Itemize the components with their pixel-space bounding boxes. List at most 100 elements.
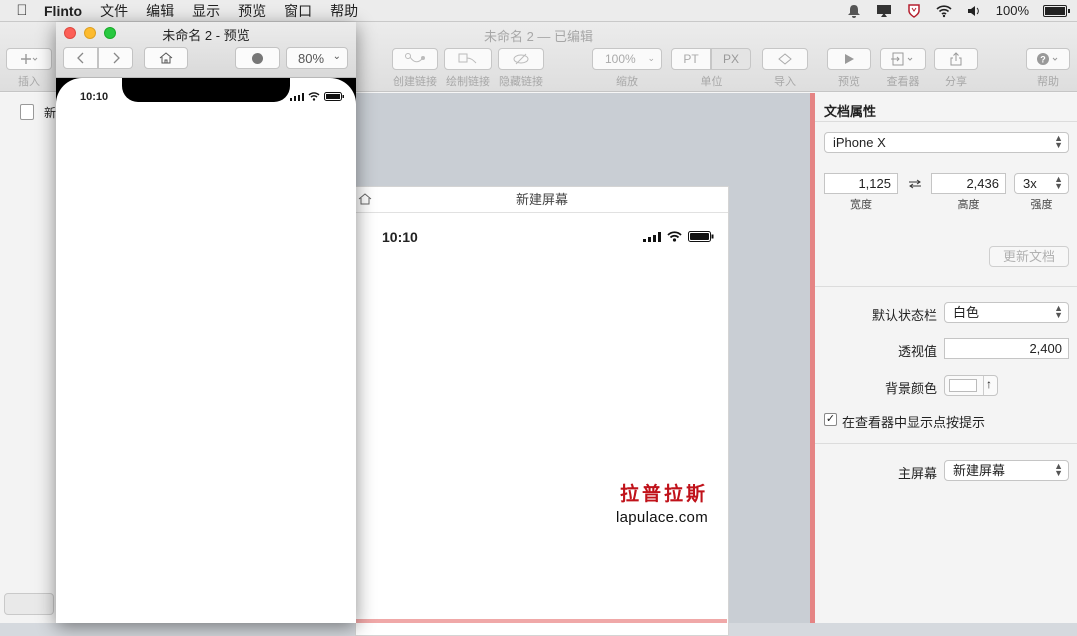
scale-label: 强度 [1030, 199, 1053, 211]
menu-app-name[interactable]: Flinto [44, 3, 91, 19]
create-link-button[interactable] [392, 48, 438, 70]
screen-file-icon[interactable] [20, 104, 34, 120]
design-canvas[interactable]: 新建屏幕 10:10 拉普拉斯 lapulace.com [355, 93, 810, 636]
svg-text:?: ? [1040, 55, 1046, 65]
show-hints-label[interactable]: 在查看器中显示点按提示 [842, 412, 985, 431]
artboard-new-screen[interactable]: 新建屏幕 10:10 拉普拉斯 lapulace.com [355, 186, 729, 636]
preview-tool[interactable]: 预览 [827, 48, 871, 89]
menu-edit[interactable]: 编辑 [137, 1, 183, 21]
insert-label: 插入 [18, 76, 40, 88]
up-down-arrows-icon: ▲ ▼ [1054, 461, 1063, 478]
background-color-label: 背景颜色 [884, 381, 937, 396]
draw-link-tool[interactable]: 绘制链接 [444, 48, 492, 89]
viewer-button[interactable] [880, 48, 926, 70]
eye-slash-icon [513, 53, 529, 65]
forward-button[interactable] [98, 47, 133, 69]
battery-icon[interactable] [1043, 4, 1070, 17]
plus-icon [21, 54, 38, 64]
device-select[interactable]: iPhone X ▲ ▼ [824, 132, 1069, 153]
scale-select[interactable]: 3x ▲ ▼ [1014, 173, 1069, 194]
inspector-title: 文档属性 [824, 104, 877, 119]
share-tool[interactable]: 分享 [934, 48, 978, 89]
menu-help[interactable]: 帮助 [321, 1, 367, 21]
share-icon [950, 52, 962, 66]
import-tool[interactable]: 导入 [762, 48, 808, 89]
width-field[interactable]: 1,125 [824, 173, 898, 194]
update-document-button[interactable]: 更新文档 [989, 246, 1069, 267]
airplay-icon[interactable] [876, 4, 892, 18]
status-bar-time: 10:10 [382, 229, 418, 245]
device-value: iPhone X [833, 135, 886, 150]
share-label: 分享 [945, 76, 967, 88]
watermark-chinese: 拉普拉斯 [619, 483, 708, 505]
preview-device-screen[interactable]: 10:10 [56, 78, 356, 623]
share-button[interactable] [934, 48, 978, 70]
hide-link-button[interactable] [498, 48, 544, 70]
color-swatch [949, 379, 977, 392]
preview-zoom-select[interactable]: 80% ⌄ [286, 47, 348, 69]
volume-icon[interactable] [966, 4, 982, 18]
play-icon [845, 54, 854, 64]
unit-px-button[interactable]: PX [711, 48, 751, 70]
background-color-well[interactable]: ↑ [944, 375, 998, 396]
menu-preview[interactable]: 预览 [229, 1, 275, 21]
import-button[interactable] [762, 48, 808, 70]
hide-link-label: 隐藏链接 [499, 76, 543, 88]
watermark: 拉普拉斯 lapulace.com [608, 479, 708, 526]
menu-bar:  Flinto 文件 编辑 显示 预览 窗口 帮助 100% [0, 0, 1077, 22]
insert-button[interactable] [6, 48, 52, 70]
main-screen-select[interactable]: 新建屏幕 ▲ ▼ [944, 460, 1069, 481]
record-button[interactable] [235, 47, 280, 69]
preview-status-time: 10:10 [80, 91, 109, 103]
home-icon [358, 193, 372, 205]
hide-link-tool[interactable]: 隐藏链接 [498, 48, 544, 89]
back-button[interactable] [63, 47, 98, 69]
create-link-tool[interactable]: 创建链接 [392, 48, 438, 89]
wifi-icon [308, 92, 320, 101]
wifi-icon[interactable] [936, 4, 952, 18]
home-button[interactable] [144, 47, 188, 69]
status-bar-icons [643, 231, 714, 242]
record-icon [252, 52, 263, 64]
zoom-value: 100% [605, 52, 636, 66]
insert-tool[interactable]: 插入 [6, 48, 52, 89]
swap-dimensions-icon[interactable] [908, 179, 922, 189]
draw-link-button[interactable] [444, 48, 492, 70]
show-hints-checkbox[interactable]: ✓ [824, 413, 837, 426]
shield-icon[interactable] [906, 3, 922, 18]
menu-file[interactable]: 文件 [91, 1, 137, 21]
status-bar-select[interactable]: 白色 ▲ ▼ [944, 302, 1069, 323]
preview-button[interactable] [827, 48, 871, 70]
wifi-icon [667, 231, 682, 242]
viewer-tool[interactable]: 查看器 [880, 48, 926, 89]
height-field[interactable]: 2,436 [931, 173, 1006, 194]
main-screen-label: 主屏幕 [897, 466, 937, 481]
menu-view[interactable]: 显示 [183, 1, 229, 21]
cellular-signal-icon [290, 92, 304, 101]
artboard-header[interactable]: 新建屏幕 [356, 187, 728, 213]
unit-label: 单位 [700, 76, 723, 88]
zoom-select[interactable]: 100% ⌄ [592, 48, 662, 70]
scale-value: 3x [1023, 176, 1037, 191]
phone-display[interactable]: 10:10 [56, 78, 356, 623]
apple-icon[interactable]:  [0, 2, 44, 19]
sidebar-item-screen[interactable]: 新 [44, 104, 56, 121]
perspective-field[interactable]: 2,400 [944, 338, 1069, 359]
zoom-label: 缩放 [616, 76, 638, 88]
home-icon [159, 52, 173, 64]
unit-pt-button[interactable]: PT [671, 48, 711, 70]
unit-tool: PT PX 单位 [671, 48, 752, 89]
preview-toolbar: 未命名 2 - 预览 80% ⌄ [56, 22, 356, 78]
preview-zoom-value: 80% [298, 50, 325, 66]
eyedropper-icon[interactable]: ↑ [986, 377, 992, 391]
help-tool[interactable]: ? 帮助 [1026, 48, 1070, 89]
notification-bell-icon[interactable] [846, 4, 862, 18]
help-button[interactable]: ? [1026, 48, 1070, 70]
width-label: 宽度 [850, 199, 872, 211]
draw-link-label: 绘制链接 [446, 76, 490, 88]
sidebar-bottom-button[interactable] [4, 593, 54, 615]
menu-window[interactable]: 窗口 [275, 1, 321, 21]
zoom-tool[interactable]: 100% ⌄ 缩放 [592, 48, 662, 89]
help-icon: ? [1037, 53, 1058, 65]
diamond-icon [778, 53, 792, 65]
